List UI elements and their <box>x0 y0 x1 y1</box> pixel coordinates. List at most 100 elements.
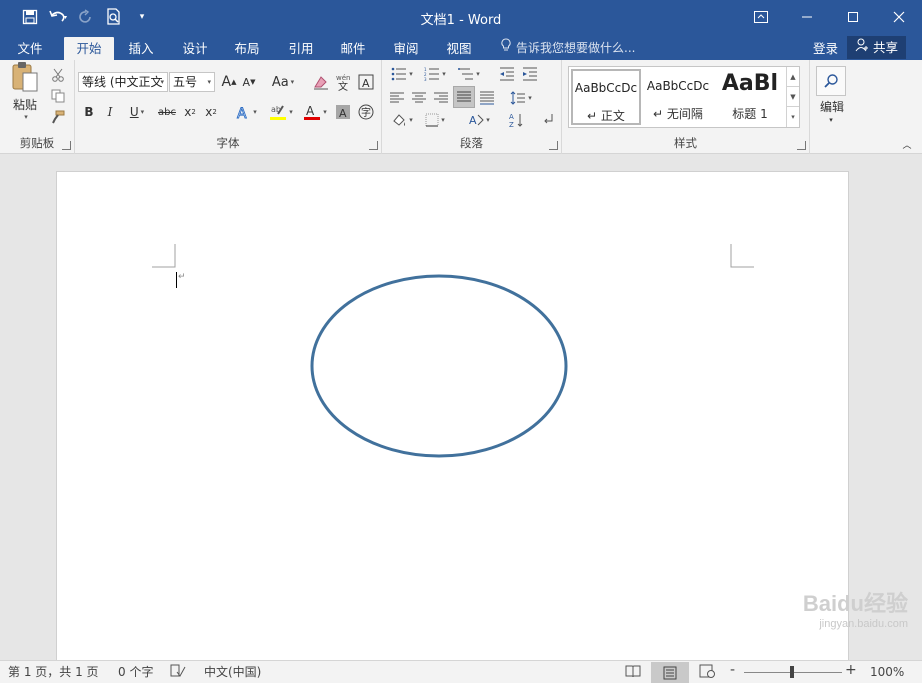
tab-design[interactable]: 设计 <box>172 37 218 60</box>
show-marks-icon[interactable] <box>539 110 559 130</box>
read-mode-icon[interactable] <box>625 664 641 681</box>
sign-in-link[interactable]: 登录 <box>813 37 838 60</box>
gallery-more-icon[interactable]: ▾ <box>787 107 799 127</box>
tab-file[interactable]: 文件 <box>6 37 54 60</box>
text-effects-button[interactable]: A ▾ <box>231 102 261 122</box>
font-size-dropdown-icon: ▾ <box>207 78 211 86</box>
subscript-button[interactable]: x2 <box>181 102 199 122</box>
shading-button[interactable]: ▾ <box>387 110 417 130</box>
font-size-combo[interactable]: 五号 ▾ <box>169 72 215 92</box>
tab-view[interactable]: 视图 <box>436 37 482 60</box>
font-launcher-icon[interactable] <box>369 141 378 150</box>
minimize-icon[interactable] <box>784 0 830 34</box>
close-icon[interactable] <box>876 0 922 34</box>
gallery-up-icon[interactable]: ▲ <box>787 67 799 87</box>
paste-dropdown-icon[interactable]: ▾ <box>24 113 28 121</box>
format-painter-icon[interactable] <box>48 108 68 126</box>
tab-review[interactable]: 审阅 <box>383 37 429 60</box>
tab-layout[interactable]: 布局 <box>224 37 270 60</box>
align-left-icon[interactable] <box>387 88 407 108</box>
italic-button[interactable]: I <box>101 102 119 122</box>
borders-button[interactable]: ▾ <box>420 110 450 130</box>
styles-launcher-icon[interactable] <box>797 141 806 150</box>
editing-button[interactable]: 编辑 <box>812 98 852 114</box>
maximize-icon[interactable] <box>830 0 876 34</box>
styles-group-label: 样式 <box>674 136 697 150</box>
phonetic-guide-icon[interactable]: wén 文 <box>333 72 353 92</box>
find-icon[interactable] <box>816 66 846 96</box>
copy-icon[interactable] <box>48 87 68 105</box>
svg-text:A: A <box>509 113 514 121</box>
tab-references[interactable]: 引用 <box>278 37 324 60</box>
styles-gallery: AaBbCcDc ↵ 正文 AaBbCcDc ↵ 无间隔 AaBl 标题 1 ▲… <box>568 66 800 128</box>
cut-icon[interactable] <box>48 66 68 84</box>
align-center-icon[interactable] <box>409 88 429 108</box>
character-shading-icon[interactable]: A <box>333 102 353 122</box>
style-no-spacing-sample: AaBbCcDc <box>646 79 710 93</box>
page-count[interactable]: 第 1 页，共 1 页 <box>8 664 99 681</box>
enclose-characters-icon[interactable]: 字 <box>356 102 376 122</box>
font-name-combo[interactable]: 等线 (中文正文 ▾ <box>78 72 168 92</box>
clear-formatting-icon[interactable] <box>311 72 331 92</box>
tab-insert[interactable]: 插入 <box>118 37 164 60</box>
gallery-down-icon[interactable]: ▼ <box>787 87 799 107</box>
style-no-spacing[interactable]: AaBbCcDc ↵ 无间隔 <box>643 69 713 125</box>
highlight-color-button[interactable]: ab ▾ <box>265 102 297 122</box>
document-page[interactable]: ↵ <box>56 171 849 660</box>
font-group-label: 字体 <box>216 136 240 150</box>
shrink-font-button[interactable]: A ▼ <box>240 72 258 92</box>
tell-me-box[interactable]: 告诉我您想要做什么... <box>500 37 635 60</box>
style-heading-1-sample: AaBl <box>721 71 779 96</box>
zoom-level[interactable]: 100% <box>870 664 904 681</box>
font-size-value: 五号 <box>173 75 198 89</box>
underline-button[interactable]: U ▾ <box>123 102 151 122</box>
character-border-icon[interactable]: A <box>356 72 376 92</box>
person-icon <box>855 36 869 59</box>
proofing-icon[interactable] <box>170 664 186 681</box>
language-indicator[interactable]: 中文(中国) <box>204 664 261 681</box>
sort-icon[interactable]: AZ <box>506 110 528 130</box>
line-spacing-button[interactable]: ▾ <box>506 88 536 108</box>
svg-text:A: A <box>306 104 315 118</box>
tab-home[interactable]: 开始 <box>64 37 114 60</box>
font-color-button[interactable]: A ▾ <box>299 102 331 122</box>
zoom-slider-thumb[interactable] <box>790 666 794 678</box>
multilevel-list-button[interactable]: ▾ <box>454 64 484 84</box>
tab-mailings[interactable]: 邮件 <box>330 37 376 60</box>
web-layout-icon[interactable] <box>699 664 715 681</box>
font-name-value: 等线 (中文正文 <box>82 75 163 89</box>
paste-button[interactable]: 粘贴 ▾ <box>8 62 42 121</box>
change-case-button[interactable]: Aa ▾ <box>267 72 299 92</box>
strikethrough-button[interactable]: abc <box>155 102 179 122</box>
increase-indent-icon[interactable] <box>519 64 541 84</box>
ribbon-tab-bar: 文件 开始 插入 设计 布局 引用 邮件 审阅 视图 告诉我您想要做什么... … <box>0 34 922 60</box>
collapse-ribbon-icon[interactable]: ︿ <box>900 138 914 151</box>
share-button[interactable]: 共享 <box>846 36 906 59</box>
numbering-button[interactable]: 1 2 3 ▾ <box>420 64 450 84</box>
style-normal-sample: AaBbCcDc <box>574 81 638 95</box>
decrease-indent-icon[interactable] <box>496 64 518 84</box>
style-normal[interactable]: AaBbCcDc ↵ 正文 <box>571 69 641 125</box>
grow-font-button[interactable]: A ▲ <box>220 72 238 92</box>
ribbon: 粘贴 ▾ 剪贴板 等线 (中文正文 ▾ 五号 ▾ A ▲ A ▼ Aa ▾ wé… <box>0 60 922 154</box>
bold-button[interactable]: B <box>80 102 98 122</box>
paragraph-launcher-icon[interactable] <box>549 141 558 150</box>
watermark: Baidu经验 jingyan.baidu.com <box>803 586 908 630</box>
zoom-out-button[interactable]: - <box>730 662 735 679</box>
print-layout-icon[interactable] <box>651 662 689 683</box>
justify-icon[interactable] <box>453 86 475 108</box>
editing-dropdown-icon[interactable]: ▾ <box>824 114 838 126</box>
svg-text:3: 3 <box>424 77 427 81</box>
chinese-layout-button[interactable]: A ▾ <box>464 110 494 130</box>
ellipse-shape[interactable] <box>309 272 569 462</box>
bullets-button[interactable]: ▾ <box>387 64 417 84</box>
style-heading-1[interactable]: AaBl 标题 1 <box>715 69 785 125</box>
clipboard-launcher-icon[interactable] <box>62 141 71 150</box>
superscript-button[interactable]: x2 <box>202 102 220 122</box>
align-right-icon[interactable] <box>431 88 451 108</box>
distributed-icon[interactable] <box>477 88 497 108</box>
tell-me-text: 告诉我您想要做什么... <box>516 41 636 55</box>
word-count[interactable]: 0 个字 <box>118 664 153 681</box>
zoom-in-button[interactable]: + <box>845 662 857 679</box>
ribbon-display-icon[interactable] <box>738 0 784 34</box>
